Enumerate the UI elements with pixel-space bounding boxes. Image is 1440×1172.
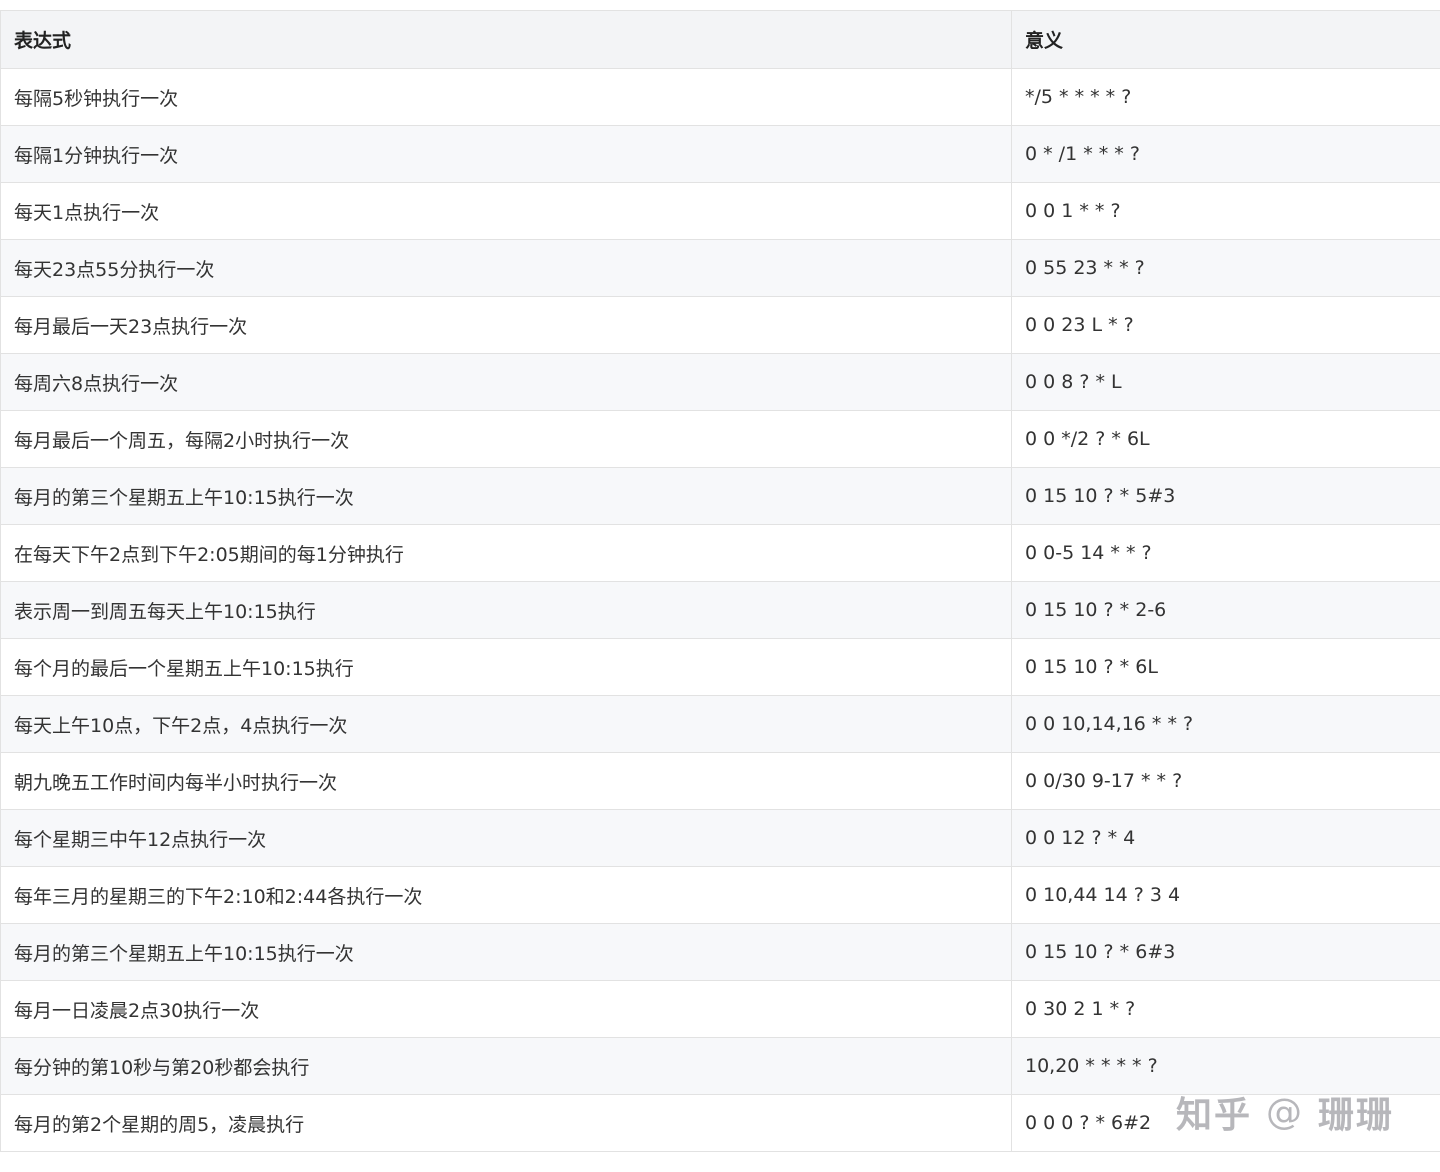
cell-meaning: 0 0 10,14,16 * * ?: [1011, 695, 1440, 753]
cell-meaning: 0 0/30 9-17 * * ?: [1011, 752, 1440, 810]
table-row: 每周六8点执行一次 0 0 8 ? * L: [0, 353, 1440, 411]
table-row: 每个月的最后一个星期五上午10:15执行 0 15 10 ? * 6L: [0, 638, 1440, 696]
cell-meaning: 0 0 8 ? * L: [1011, 353, 1440, 411]
table-row: 每天1点执行一次 0 0 1 * * ?: [0, 182, 1440, 240]
cell-expression: 每周六8点执行一次: [0, 353, 1012, 411]
cell-meaning: */5 * * * * ?: [1011, 68, 1440, 126]
table-row: 每月的第三个星期五上午10:15执行一次 0 15 10 ? * 5#3: [0, 467, 1440, 525]
cell-expression: 每分钟的第10秒与第20秒都会执行: [0, 1037, 1012, 1095]
cell-meaning: 0 * /1 * * * ?: [1011, 125, 1440, 183]
cell-meaning: 0 0 1 * * ?: [1011, 182, 1440, 240]
table-row: 在每天下午2点到下午2:05期间的每1分钟执行 0 0-5 14 * * ?: [0, 524, 1440, 582]
cell-expression: 每月一日凌晨2点30执行一次: [0, 980, 1012, 1038]
cell-expression: 每个月的最后一个星期五上午10:15执行: [0, 638, 1012, 696]
cell-expression: 朝九晚五工作时间内每半小时执行一次: [0, 752, 1012, 810]
cell-expression: 每月最后一天23点执行一次: [0, 296, 1012, 354]
cell-expression: 每月的第2个星期的周5，凌晨执行: [0, 1094, 1012, 1152]
cell-meaning: 0 0-5 14 * * ?: [1011, 524, 1440, 582]
header-cell-expression: 表达式: [0, 10, 1012, 69]
table-row: 每月一日凌晨2点30执行一次 0 30 2 1 * ?: [0, 980, 1440, 1038]
cell-meaning: 0 30 2 1 * ?: [1011, 980, 1440, 1038]
table-row: 每月最后一天23点执行一次 0 0 23 L * ?: [0, 296, 1440, 354]
table-row: 表示周一到周五每天上午10:15执行 0 15 10 ? * 2-6: [0, 581, 1440, 639]
cell-expression: 每个星期三中午12点执行一次: [0, 809, 1012, 867]
cell-meaning: 0 0 12 ? * 4: [1011, 809, 1440, 867]
table-body: 每隔5秒钟执行一次 */5 * * * * ? 每隔1分钟执行一次 0 * /1 * …: [0, 68, 1440, 1152]
cell-meaning: 0 15 10 ? * 6#3: [1011, 923, 1440, 981]
cell-expression: 每天上午10点，下午2点，4点执行一次: [0, 695, 1012, 753]
cron-table-container: 表达式 意义 每隔5秒钟执行一次 */5 * * * * ? 每隔1分钟执行一次 0 …: [0, 10, 1440, 1152]
table-row: 每分钟的第10秒与第20秒都会执行 10,20 * * * * ?: [0, 1037, 1440, 1095]
table-header: 表达式 意义: [0, 10, 1440, 69]
cell-expression: 每月的第三个星期五上午10:15执行一次: [0, 923, 1012, 981]
cell-expression: 每年三月的星期三的下午2:10和2:44各执行一次: [0, 866, 1012, 924]
cell-expression: 每月的第三个星期五上午10:15执行一次: [0, 467, 1012, 525]
cell-meaning: 10,20 * * * * ?: [1011, 1037, 1440, 1095]
cell-meaning: 0 15 10 ? * 5#3: [1011, 467, 1440, 525]
table-row: 朝九晚五工作时间内每半小时执行一次 0 0/30 9-17 * * ?: [0, 752, 1440, 810]
cell-meaning: 0 0 */2 ? * 6L: [1011, 410, 1440, 468]
cell-meaning: 0 10,44 14 ? 3 4: [1011, 866, 1440, 924]
cell-meaning: 0 55 23 * * ?: [1011, 239, 1440, 297]
table-row: 每隔1分钟执行一次 0 * /1 * * * ?: [0, 125, 1440, 183]
cell-meaning: 0 0 23 L * ?: [1011, 296, 1440, 354]
table-row: 每天上午10点，下午2点，4点执行一次 0 0 10,14,16 * * ?: [0, 695, 1440, 753]
table-row: 每隔5秒钟执行一次 */5 * * * * ?: [0, 68, 1440, 126]
cell-expression: 表示周一到周五每天上午10:15执行: [0, 581, 1012, 639]
header-cell-meaning: 意义: [1011, 10, 1440, 69]
cell-meaning: 0 15 10 ? * 6L: [1011, 638, 1440, 696]
cell-expression: 每天23点55分执行一次: [0, 239, 1012, 297]
cell-expression: 每隔1分钟执行一次: [0, 125, 1012, 183]
table-row: 每月最后一个周五，每隔2小时执行一次 0 0 */2 ? * 6L: [0, 410, 1440, 468]
cell-expression: 每天1点执行一次: [0, 182, 1012, 240]
cell-expression: 在每天下午2点到下午2:05期间的每1分钟执行: [0, 524, 1012, 582]
table-row: 每个星期三中午12点执行一次 0 0 12 ? * 4: [0, 809, 1440, 867]
table-row: 每天23点55分执行一次 0 55 23 * * ?: [0, 239, 1440, 297]
cell-expression: 每隔5秒钟执行一次: [0, 68, 1012, 126]
table-row: 每月的第2个星期的周5，凌晨执行 0 0 0 ? * 6#2: [0, 1094, 1440, 1152]
cron-expression-table: 表达式 意义 每隔5秒钟执行一次 */5 * * * * ? 每隔1分钟执行一次 0 …: [0, 10, 1440, 1152]
table-row: 每月的第三个星期五上午10:15执行一次 0 15 10 ? * 6#3: [0, 923, 1440, 981]
cell-meaning: 0 15 10 ? * 2-6: [1011, 581, 1440, 639]
table-row: 每年三月的星期三的下午2:10和2:44各执行一次 0 10,44 14 ? 3 …: [0, 866, 1440, 924]
cell-expression: 每月最后一个周五，每隔2小时执行一次: [0, 410, 1012, 468]
cell-meaning: 0 0 0 ? * 6#2: [1011, 1094, 1440, 1152]
header-row: 表达式 意义: [0, 10, 1440, 69]
